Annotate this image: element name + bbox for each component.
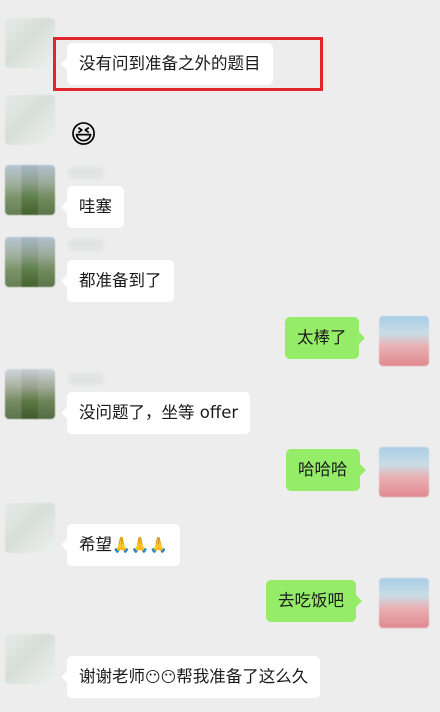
avatar[interactable]	[5, 237, 55, 287]
message-text: 谢谢老师	[79, 667, 145, 686]
avatar[interactable]	[5, 503, 55, 553]
message-bubble[interactable]: 哈哈哈	[286, 449, 365, 491]
avatar[interactable]	[5, 95, 55, 145]
folded-hands-icon: 🙏🙏🙏	[112, 536, 169, 554]
message-bubble[interactable]: 去吃饭吧	[266, 580, 362, 622]
message-bubble[interactable]: 没问题了，坐等 offer	[60, 392, 251, 434]
avatar[interactable]	[379, 578, 429, 628]
avatar[interactable]	[5, 634, 55, 684]
message-text: 希望	[79, 535, 112, 554]
avatar[interactable]	[5, 18, 55, 68]
sender-name	[68, 373, 104, 385]
message-bubble[interactable]: 都准备到了	[61, 260, 174, 302]
avatar[interactable]	[5, 369, 55, 419]
message-bubble[interactable]: 希望🙏🙏🙏	[60, 524, 181, 566]
grinning-face-icon[interactable]: 😆	[70, 115, 97, 155]
hushed-face-icon: 😶😶	[145, 668, 177, 686]
message-text: 帮我准备了这么久	[176, 667, 309, 686]
highlight-box	[53, 37, 323, 91]
sender-name	[68, 239, 104, 251]
avatar[interactable]	[379, 447, 429, 497]
avatar[interactable]	[5, 165, 55, 215]
message-bubble[interactable]: 哇塞	[61, 186, 124, 228]
message-bubble[interactable]: 谢谢老师😶😶帮我准备了这么久	[60, 656, 321, 698]
avatar[interactable]	[379, 316, 429, 366]
sender-name	[68, 167, 104, 179]
message-bubble[interactable]: 太棒了	[285, 317, 364, 359]
